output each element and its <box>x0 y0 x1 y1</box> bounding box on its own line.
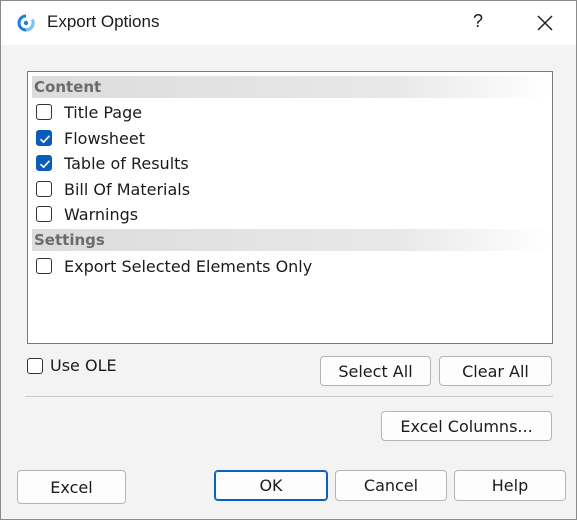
checkbox-flowsheet[interactable] <box>36 130 52 146</box>
checkbox-title-page[interactable] <box>36 104 52 120</box>
list-item-label: Warnings <box>64 204 139 224</box>
use-ole-option[interactable]: Use OLE <box>27 356 117 375</box>
group-header-content: Content <box>32 76 550 98</box>
checkbox-bill-of-materials[interactable] <box>36 181 52 197</box>
close-button[interactable] <box>531 11 559 35</box>
clear-all-button[interactable]: Clear All <box>439 356 552 386</box>
export-options-dialog: Export Options ? Content Title Page Flow… <box>0 0 577 520</box>
title-help-button[interactable]: ? <box>467 11 489 35</box>
list-item-label: Flowsheet <box>64 128 145 148</box>
app-logo-icon <box>17 14 35 32</box>
list-item-warnings[interactable]: Warnings <box>36 203 138 225</box>
list-item-label: Bill Of Materials <box>64 179 191 199</box>
title-bar: Export Options ? <box>1 1 576 45</box>
separator <box>25 396 553 397</box>
list-item-label: Export Selected Elements Only <box>64 256 313 276</box>
help-button[interactable]: Help <box>454 470 566 501</box>
excel-columns-button[interactable]: Excel Columns... <box>381 411 552 441</box>
group-header-settings: Settings <box>32 229 550 251</box>
use-ole-label: Use OLE <box>50 356 117 375</box>
close-icon <box>537 15 553 31</box>
export-content-list[interactable]: Content Title Page Flowsheet Table of Re… <box>27 71 553 344</box>
dialog-title: Export Options <box>47 12 160 31</box>
list-item-label: Table of Results <box>64 153 189 173</box>
ok-button[interactable]: OK <box>214 470 328 501</box>
list-item-bill-of-materials[interactable]: Bill Of Materials <box>36 178 190 200</box>
select-all-button[interactable]: Select All <box>320 356 431 386</box>
use-ole-checkbox[interactable] <box>27 357 43 374</box>
list-item-title-page[interactable]: Title Page <box>36 101 142 123</box>
cancel-button[interactable]: Cancel <box>335 470 447 501</box>
list-item-export-selected-only[interactable]: Export Selected Elements Only <box>36 255 312 277</box>
list-item-label: Title Page <box>64 102 143 122</box>
checkbox-export-selected-only[interactable] <box>36 258 52 274</box>
checkbox-warnings[interactable] <box>36 206 52 222</box>
checkbox-table-of-results[interactable] <box>36 155 52 171</box>
list-item-table-of-results[interactable]: Table of Results <box>36 152 189 174</box>
list-item-flowsheet[interactable]: Flowsheet <box>36 127 145 149</box>
excel-button[interactable]: Excel <box>17 470 126 504</box>
